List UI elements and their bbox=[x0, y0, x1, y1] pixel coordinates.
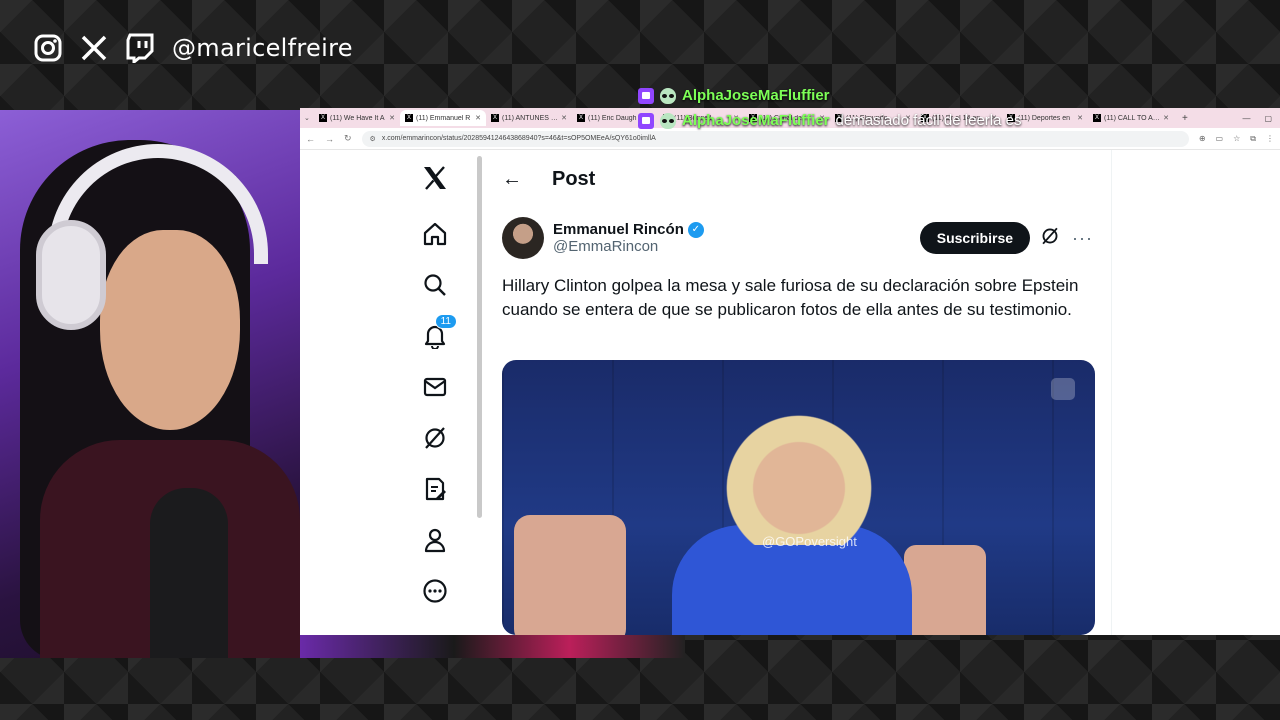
post-column: ← Post Emmanuel Rincón ✓ @EmmaRincon Sus… bbox=[484, 150, 1112, 635]
alien-badge-icon bbox=[660, 112, 676, 129]
search-icon[interactable] bbox=[419, 269, 451, 301]
twitch-badge-icon bbox=[638, 87, 654, 104]
minimize-icon[interactable]: — bbox=[1242, 114, 1250, 123]
page-title: Post bbox=[552, 167, 596, 190]
browser-window: ⌄ X (11) We Have It A ✕ X (11) Emmanuel R ✕ … bbox=[300, 108, 1280, 635]
browser-tab-active[interactable]: X (11) Emmanuel R ✕ bbox=[400, 110, 486, 126]
profile-icon[interactable] bbox=[419, 524, 451, 556]
browser-actions: ⊕ ▭ ☆ ⧉ ⋮ bbox=[1199, 134, 1274, 144]
chat-text: demasiado fácil de leerla es bbox=[835, 112, 1022, 129]
site-info-icon[interactable]: ⚙ bbox=[370, 135, 376, 143]
avatar[interactable] bbox=[502, 217, 544, 259]
instagram-icon bbox=[32, 32, 64, 64]
new-tab-icon[interactable]: + bbox=[1174, 113, 1196, 124]
streamer-handle: @maricelfreire bbox=[172, 34, 353, 62]
twitch-badge-icon bbox=[638, 112, 654, 129]
messages-icon[interactable] bbox=[419, 371, 451, 403]
zoom-icon[interactable]: ⊕ bbox=[1199, 134, 1206, 144]
post-header: ← Post bbox=[484, 150, 1111, 208]
maximize-icon[interactable]: ▢ bbox=[1264, 114, 1272, 123]
chat-username: AlphaJoseMaFluffier bbox=[682, 112, 830, 129]
scrollbar[interactable] bbox=[477, 156, 482, 518]
reload-icon[interactable]: ↻ bbox=[344, 133, 352, 144]
browser-tab[interactable]: X (11) CALL TO ACT ✕ bbox=[1088, 110, 1174, 126]
chat-message: AlphaJoseMaFluffier demasiado fácil de l… bbox=[638, 112, 1021, 129]
browser-tab[interactable]: X (11) ANTUNES en ✕ bbox=[486, 110, 572, 126]
extensions-icon[interactable]: ⧉ bbox=[1250, 134, 1256, 144]
author-info: Emmanuel Rincón ✓ @EmmaRincon bbox=[553, 221, 920, 255]
cast-icon[interactable]: ▭ bbox=[1216, 134, 1224, 144]
back-nav-icon[interactable]: ← bbox=[306, 134, 315, 144]
author-handle[interactable]: @EmmaRincon bbox=[553, 238, 920, 255]
microphone-icon bbox=[150, 488, 228, 658]
grok-explain-icon[interactable] bbox=[1040, 226, 1060, 251]
window-controls: — ▢ bbox=[1242, 114, 1280, 123]
grok-icon[interactable] bbox=[419, 422, 451, 454]
more-options-icon[interactable] bbox=[419, 575, 451, 607]
menu-dots-icon[interactable]: ⋮ bbox=[1266, 134, 1274, 144]
chat-message: AlphaJoseMaFluffier bbox=[638, 87, 836, 104]
social-bar: @maricelfreire bbox=[32, 30, 353, 66]
author-name[interactable]: Emmanuel Rincón bbox=[553, 221, 684, 238]
tab-search-icon[interactable]: ⌄ bbox=[304, 114, 314, 122]
subscribe-button[interactable]: Suscribirse bbox=[919, 222, 1031, 254]
url-text: x.com/emmarincon/status/2028594124643868… bbox=[381, 135, 656, 142]
home-icon[interactable] bbox=[419, 218, 451, 250]
decor-strip bbox=[300, 635, 685, 658]
notifications-badge: 11 bbox=[434, 314, 457, 329]
twitch-icon bbox=[124, 32, 156, 64]
x-sidebar: 11 bbox=[405, 150, 465, 635]
author-row: Emmanuel Rincón ✓ @EmmaRincon Suscribirs… bbox=[484, 208, 1111, 260]
video-watermark: @GOPoversight bbox=[762, 534, 857, 549]
x-logo-icon[interactable] bbox=[419, 162, 451, 194]
url-field[interactable]: ⚙ x.com/emmarincon/status/20285941246438… bbox=[361, 130, 1189, 147]
video-badge-icon bbox=[1051, 378, 1075, 400]
address-bar: ← → ↻ ⚙ x.com/emmarincon/status/20285941… bbox=[300, 128, 1280, 150]
alien-badge-icon bbox=[660, 87, 676, 104]
lists-icon[interactable] bbox=[419, 473, 451, 505]
webcam-feed bbox=[0, 110, 300, 658]
x-page: 11 ← Post Emmanuel Rincón ✓ @EmmaRincon … bbox=[300, 150, 1280, 635]
more-dots-icon[interactable]: ··· bbox=[1072, 228, 1093, 249]
tweet-text: Hillary Clinton golpea la mesa y sale fu… bbox=[502, 276, 1079, 319]
chat-username: AlphaJoseMaFluffier bbox=[682, 87, 830, 104]
back-arrow-icon[interactable]: ← bbox=[502, 168, 522, 191]
x-icon bbox=[78, 32, 110, 64]
browser-tab[interactable]: X (11) We Have It A ✕ bbox=[314, 110, 400, 126]
forward-nav-icon[interactable]: → bbox=[325, 134, 334, 144]
bookmark-star-icon[interactable]: ☆ bbox=[1233, 134, 1240, 144]
notifications-icon[interactable]: 11 bbox=[419, 314, 457, 352]
tweet-video[interactable]: @GOPoversight bbox=[502, 360, 1095, 635]
verified-badge-icon: ✓ bbox=[687, 221, 704, 238]
